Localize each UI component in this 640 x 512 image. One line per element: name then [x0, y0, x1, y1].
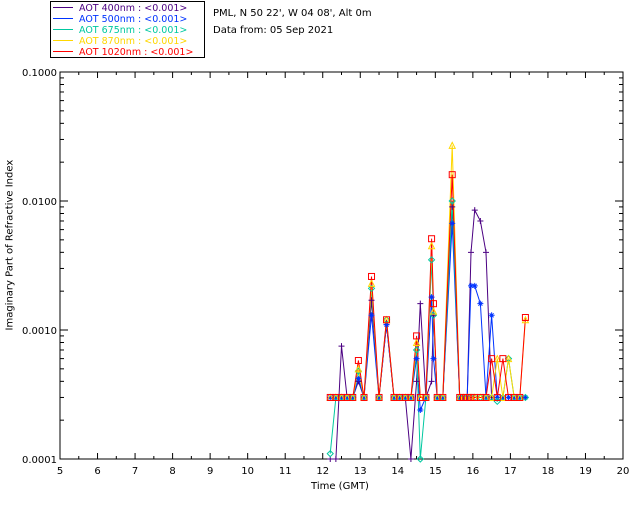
x-axis-label: Time (GMT): [311, 481, 369, 492]
x-tick-label: 13: [354, 466, 367, 477]
y-tick-label: 0.1000: [22, 68, 57, 79]
x-tick-label: 18: [542, 466, 555, 477]
y-tick-label: 0.0010: [22, 326, 57, 337]
x-tick-label: 20: [617, 466, 630, 477]
x-tick-label: 17: [504, 466, 517, 477]
x-tick-label: 8: [169, 466, 175, 477]
x-tick-label: 7: [132, 466, 138, 477]
x-tick-label: 11: [279, 466, 292, 477]
x-tick-label: 6: [94, 466, 100, 477]
chart: 5 6 7 8 9 10 11 12 13 14 15 16 17 18 19 20 0.0001 0.0010 0…: [22, 68, 630, 477]
x-tick-label: 12: [316, 466, 329, 477]
x-tick-label: 9: [207, 466, 213, 477]
y-tick-label: 0.0001: [22, 455, 57, 466]
x-tick-label: 5: [57, 466, 63, 477]
x-tick-label: 15: [429, 466, 442, 477]
x-tick-label: 10: [241, 466, 254, 477]
x-tick-label: 14: [391, 466, 404, 477]
x-tick-label: 19: [579, 466, 592, 477]
y-tick-label: 0.0100: [22, 197, 57, 208]
y-axis-label: Imaginary Part of Refractive Index: [4, 159, 16, 331]
x-tick-label: 16: [466, 466, 479, 477]
